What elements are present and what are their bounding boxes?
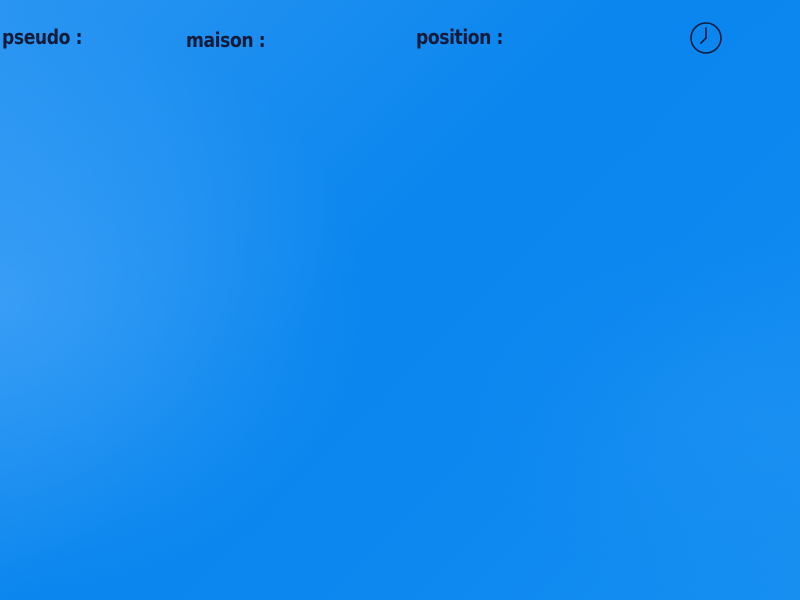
pseudo-label: pseudo : <box>2 25 83 49</box>
clock-icon[interactable] <box>690 22 722 54</box>
clock-icon-svg <box>690 22 722 54</box>
position-label: position : <box>416 25 504 49</box>
background <box>0 0 800 600</box>
maison-label: maison : <box>186 28 266 52</box>
